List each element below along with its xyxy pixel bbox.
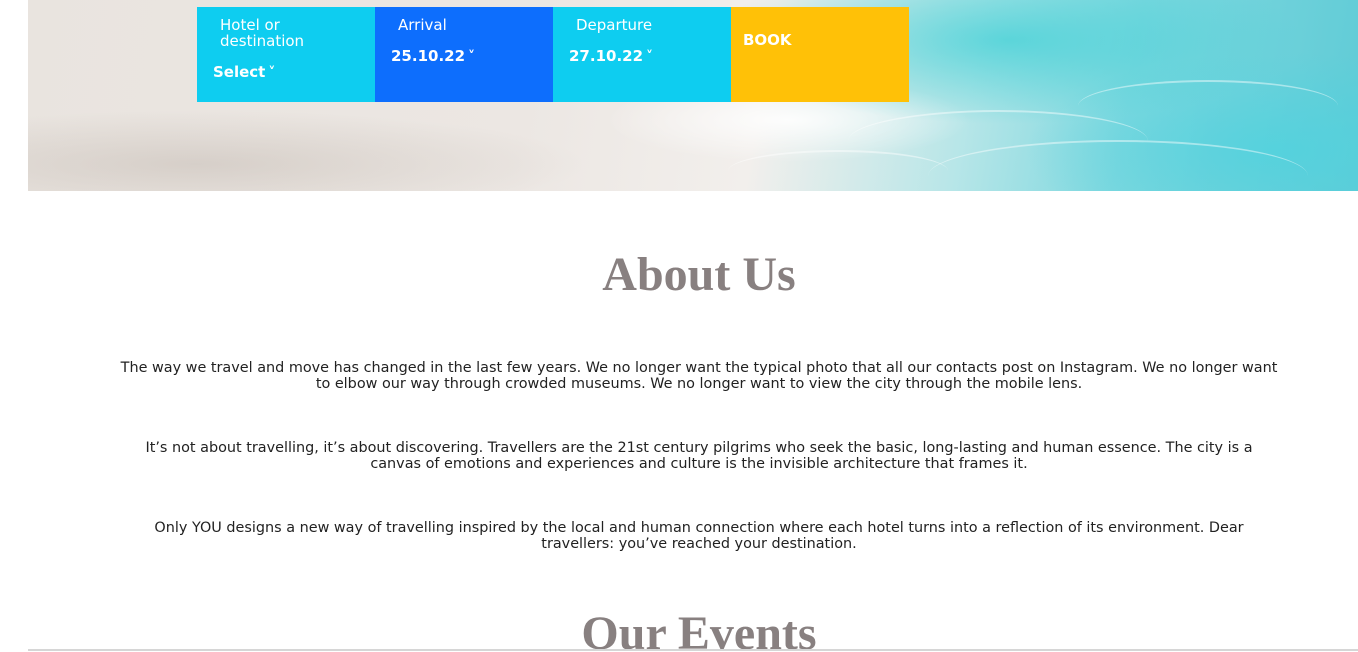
hotel-select-dropdown[interactable]: Select ˅: [213, 63, 275, 81]
hero-wave-ripple: [728, 150, 948, 191]
about-paragraph: The way we travel and move has changed i…: [120, 360, 1278, 392]
about-paragraph: It’s not about travelling, it’s about di…: [145, 440, 1253, 472]
hotel-destination-label: Hotel or destination: [220, 16, 305, 50]
our-events-heading: Our Events: [581, 607, 817, 652]
departure-date-value: 27.10.22: [569, 47, 644, 65]
arrival-date-value: 25.10.22: [391, 47, 466, 65]
book-button-label: BOOK: [743, 31, 792, 49]
chevron-down-icon: ˅: [646, 49, 654, 65]
hero-wave-ripple: [1078, 80, 1338, 132]
hotel-select-value: Select: [213, 63, 266, 81]
arrival-label: Arrival: [398, 16, 447, 34]
departure-date-dropdown[interactable]: 27.10.22 ˅: [569, 47, 653, 65]
hero-sand-shadow: [28, 110, 588, 191]
page: Hotel or destination Select ˅ Arrival 25.…: [0, 0, 1358, 652]
departure-label: Departure: [576, 16, 653, 34]
book-button[interactable]: BOOK: [731, 7, 909, 102]
departure-field[interactable]: Departure 27.10.22 ˅: [553, 7, 731, 102]
divider: [28, 649, 1358, 651]
arrival-date-dropdown[interactable]: 25.10.22 ˅: [391, 47, 475, 65]
chevron-down-icon: ˅: [268, 65, 276, 81]
arrival-field[interactable]: Arrival 25.10.22 ˅: [375, 7, 553, 102]
booking-bar: Hotel or destination Select ˅ Arrival 25.…: [197, 7, 909, 102]
about-paragraph: Only YOU designs a new way of travelling…: [154, 520, 1244, 552]
about-us-heading: About Us: [602, 248, 796, 301]
chevron-down-icon: ˅: [468, 49, 476, 65]
hotel-destination-field[interactable]: Hotel or destination Select ˅: [197, 7, 375, 102]
